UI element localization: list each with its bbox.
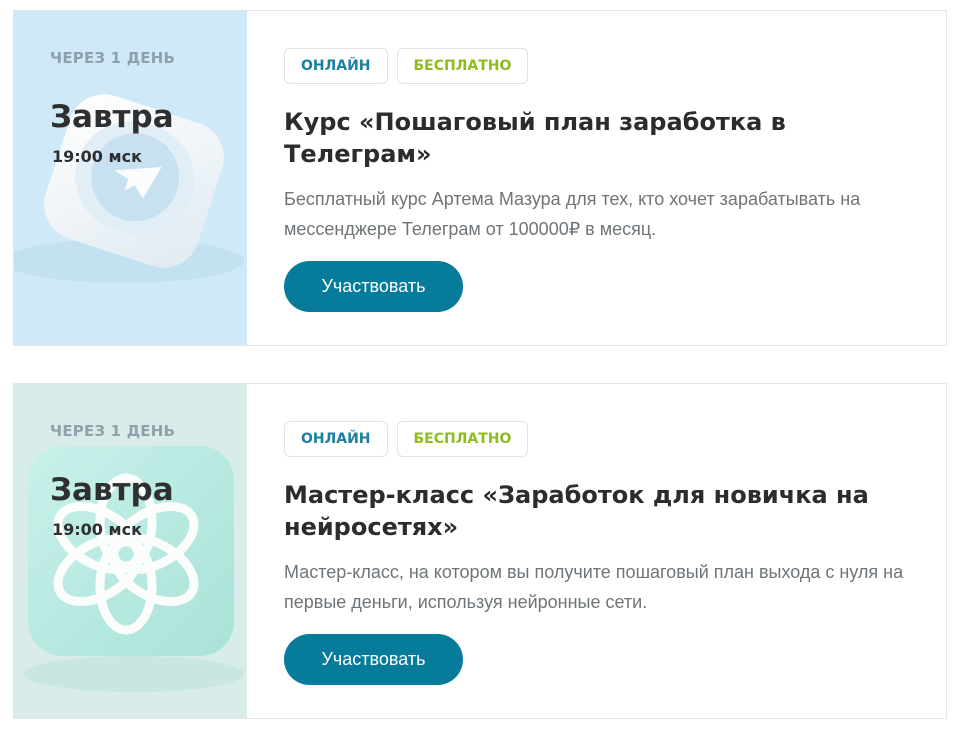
countdown-label: ЧЕРЕЗ 1 ДЕНЬ (50, 49, 176, 67)
countdown-label: ЧЕРЕЗ 1 ДЕНЬ (50, 422, 176, 440)
tag-online: ОНЛАЙН (284, 48, 388, 84)
event-day: Завтра (50, 99, 174, 135)
event-day: Завтра (50, 472, 174, 508)
event-card: ЧЕРЕЗ 1 ДЕНЬ Завтра 19:00 мск ОНЛАЙН БЕС… (13, 383, 947, 719)
tag-list: ОНЛАЙН БЕСПЛАТНО (284, 421, 529, 457)
tag-list: ОНЛАЙН БЕСПЛАТНО (284, 48, 529, 84)
event-description: Бесплатный курс Артема Мазура для тех, к… (284, 189, 861, 239)
event-content: ОНЛАЙН БЕСПЛАТНО Курс «Пошаговый план за… (284, 11, 926, 345)
event-description: Мастер-класс, на котором вы получите пош… (284, 562, 904, 612)
event-title[interactable]: Курс «Пошаговый план заработка в Телегра… (284, 106, 884, 170)
participate-button[interactable]: Участвовать (284, 634, 463, 685)
event-time: 19:00 мск (52, 147, 142, 166)
event-thumbnail: ЧЕРЕЗ 1 ДЕНЬ Завтра 19:00 мск (14, 11, 247, 345)
event-card: ЧЕРЕЗ 1 ДЕНЬ Завтра 19:00 мск ОНЛАЙН БЕС… (13, 10, 947, 346)
event-thumbnail: ЧЕРЕЗ 1 ДЕНЬ Завтра 19:00 мск (14, 384, 247, 718)
event-content: ОНЛАЙН БЕСПЛАТНО Мастер-класс «Заработок… (284, 384, 926, 718)
event-time: 19:00 мск (52, 520, 142, 539)
tag-free: БЕСПЛАТНО (396, 421, 529, 457)
tag-free: БЕСПЛАТНО (396, 48, 529, 84)
participate-button[interactable]: Участвовать (284, 261, 463, 312)
tag-online: ОНЛАЙН (284, 421, 388, 457)
event-title[interactable]: Мастер-класс «Заработок для новичка на н… (284, 479, 884, 543)
